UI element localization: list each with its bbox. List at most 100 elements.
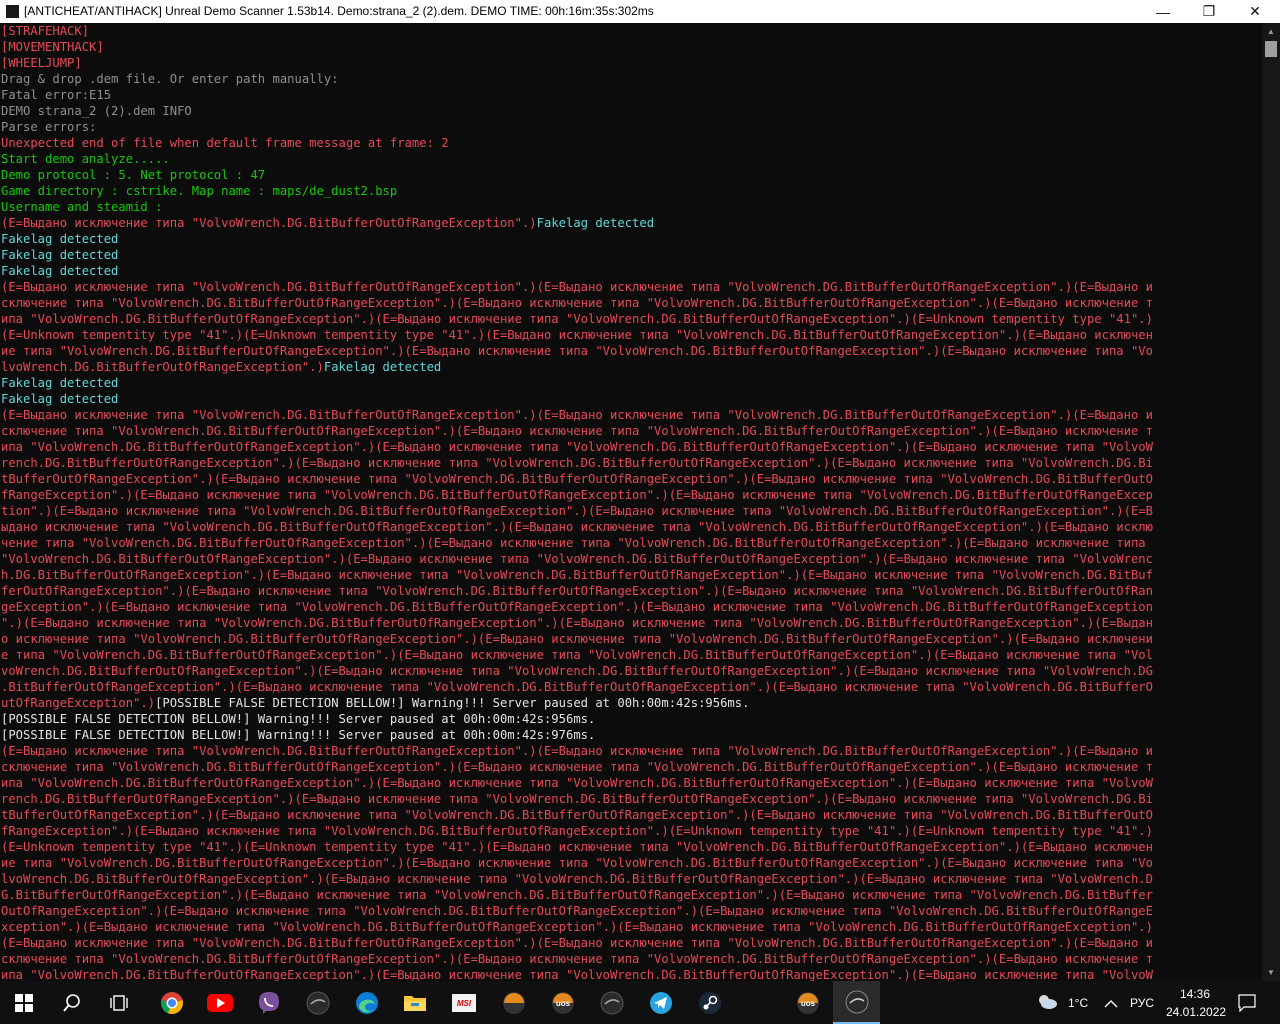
console-output[interactable]: [STRAFEHACK] [MOVEMENTHACK] [WHEELJUMP] Dra…	[0, 23, 1262, 981]
console-line: (E=Unknown tempentity type "41".)(E=Unkn…	[1, 327, 1153, 343]
search-button[interactable]	[48, 981, 95, 1024]
console-text-segment: сключение типа "VolvoWrench.DG.BitBuffer…	[1, 952, 1153, 966]
console-line: tBufferOutOfRangeException".)(E=Выдано и…	[1, 471, 1153, 487]
console-line: Drag & drop .dem file. Or enter path man…	[1, 71, 339, 87]
edge-button[interactable]	[343, 981, 390, 1024]
title-bar: [ANTICHEAT/ANTIHACK] Unreal Demo Scanner…	[0, 0, 1280, 23]
app-dark-1-button[interactable]	[294, 981, 341, 1024]
clock-time[interactable]: 14:36	[1180, 987, 1210, 1001]
minimize-button[interactable]: —	[1140, 0, 1186, 23]
youtube-button[interactable]	[196, 981, 243, 1024]
console-line: Fakelag detected	[1, 231, 118, 247]
console-text-segment: Username and steamid :	[1, 200, 163, 214]
console-text-segment: ".)(E=Выдано исключение типа "VolvoWrenc…	[1, 616, 1153, 630]
steam-icon	[698, 991, 721, 1014]
console-text-segment: [STRAFEHACK]	[1, 24, 90, 38]
weather-icon[interactable]	[1036, 993, 1058, 1014]
console-line: xception".)(E=Выдано исключение типа "Vo…	[1, 919, 1153, 935]
console-text-segment: G.BitBufferOutOfRangeException".)(E=Выда…	[1, 888, 1153, 902]
console-text-segment: (E=Выдано исключение типа "VolvoWrench.D…	[1, 280, 1153, 294]
weather-temperature[interactable]: 1°C	[1068, 996, 1088, 1010]
viber-button[interactable]	[245, 981, 292, 1024]
console-text-segment: Fakelag detected	[1, 376, 119, 390]
console-text-segment: utOfRangeException".)	[1, 696, 156, 710]
console-line: (E=Выдано исключение типа "VolvoWrench.D…	[1, 407, 1153, 423]
app-icon	[6, 5, 19, 18]
search-icon	[62, 993, 80, 1012]
console-text-segment: о исключение типа "VolvoWrench.DG.BitBuf…	[1, 632, 1153, 646]
console-text-segment: Start demo analyze.....	[1, 152, 170, 166]
chrome-icon	[160, 991, 183, 1014]
msi-button[interactable]: MSI	[440, 981, 487, 1024]
windows-logo-icon	[14, 993, 33, 1012]
notifications-icon[interactable]	[1238, 994, 1256, 1017]
console-line: сключение типа "VolvoWrench.DG.BitBuffer…	[1, 295, 1153, 311]
console-text-segment: Fatal error:E15	[1, 88, 112, 102]
console-text-segment: Fakelag detected	[1, 392, 119, 406]
console-line: Demo protocol : 5. Net protocol : 47	[1, 167, 265, 183]
console-line: сключение типа "VolvoWrench.DG.BitBuffer…	[1, 951, 1153, 967]
scroll-down-icon[interactable]: ▼	[1262, 964, 1280, 981]
console-text-segment: voWrench.DG.BitBufferOutOfRangeException…	[1, 664, 1153, 678]
console-line: Unexpected end of file when default fram…	[1, 135, 449, 151]
console-line: fRangeException".)(E=Выдано исключение т…	[1, 487, 1153, 503]
console-text-segment: [POSSIBLE FALSE DETECTION BELLOW!] Warni…	[155, 696, 750, 710]
restore-button[interactable]: ❐	[1186, 0, 1232, 23]
start-button[interactable]	[0, 981, 47, 1024]
console-text-segment: rench.DG.BitBufferOutOfRangeException".)…	[1, 792, 1153, 806]
viber-icon	[258, 991, 279, 1014]
chrome-button[interactable]	[148, 981, 195, 1024]
close-button[interactable]: ✕	[1232, 0, 1278, 23]
input-language[interactable]: РУС	[1130, 996, 1154, 1010]
scroll-up-icon[interactable]: ▲	[1262, 23, 1280, 40]
console-line: .BitBufferOutOfRangeException".)(E=Выдан…	[1, 679, 1153, 695]
console-text-segment: Fakelag detected	[323, 360, 442, 374]
console-line: (E=Выдано исключение типа "VolvoWrench.D…	[1, 935, 1153, 951]
uos-2-button[interactable]: uos	[539, 981, 586, 1024]
window-title: [ANTICHEAT/ANTIHACK] Unreal Demo Scanner…	[24, 4, 654, 18]
console-line: tBufferOutOfRangeException".)(E=Выдано и…	[1, 807, 1153, 823]
console-text-segment: [POSSIBLE FALSE DETECTION BELLOW!] Warni…	[1, 712, 596, 726]
console-text-segment: Game directory : cstrike. Map name : map…	[1, 184, 398, 198]
app-dark-2-button[interactable]	[588, 981, 635, 1024]
console-line: Fakelag detected	[1, 247, 118, 263]
console-line: [MOVEMENTHACK]	[1, 39, 104, 55]
tray-overflow-icon[interactable]	[1104, 996, 1118, 1014]
console-text-segment: (E=Выдано исключение типа "VolvoWrench.D…	[1, 744, 1153, 758]
uos-1-button[interactable]	[490, 981, 537, 1024]
clock-date[interactable]: 24.01.2022	[1166, 1005, 1226, 1019]
steam-button[interactable]	[686, 981, 733, 1024]
uos-3-button[interactable]: uos	[784, 981, 831, 1024]
console-line: [POSSIBLE FALSE DETECTION BELLOW!] Warni…	[1, 727, 595, 743]
scanner-active-button[interactable]	[833, 981, 880, 1024]
console-text-segment: lvoWrench.DG.BitBufferOutOfRangeExceptio…	[1, 872, 1153, 886]
console-text-segment: [MOVEMENTHACK]	[1, 40, 104, 54]
console-text-segment: ие типа "VolvoWrench.DG.BitBufferOutOfRa…	[1, 344, 1153, 358]
console-text-segment: (E=Выдано исключение типа "VolvoWrench.D…	[1, 216, 537, 230]
scrollbar-thumb[interactable]	[1265, 41, 1277, 57]
console-text-segment: ferOutOfRangeException".)(E=Выдано исклю…	[1, 584, 1153, 598]
console-line: сключение типа "VolvoWrench.DG.BitBuffer…	[1, 423, 1153, 439]
console-text-segment: е типа "VolvoWrench.DG.BitBufferOutOfRan…	[1, 648, 1153, 662]
console-line: (E=Выдано исключение типа "VolvoWrench.D…	[1, 279, 1153, 295]
explorer-button[interactable]	[391, 981, 438, 1024]
console-text-segment: ипа "VolvoWrench.DG.BitBufferOutOfRangeE…	[1, 440, 1153, 454]
console-text-segment: Parse errors:	[1, 120, 97, 134]
dark-circle-icon	[600, 991, 623, 1014]
telegram-button[interactable]	[637, 981, 684, 1024]
vertical-scrollbar[interactable]: ▲ ▼	[1262, 23, 1280, 981]
folder-icon	[403, 995, 426, 1011]
console-line: Fakelag detected	[1, 375, 118, 391]
console-text-segment: [POSSIBLE FALSE DETECTION BELLOW!] Warni…	[1, 728, 596, 742]
console-text-segment: fRangeException".)(E=Выдано исключение т…	[1, 488, 1153, 502]
console-text-segment: Demo protocol : 5. Net protocol : 47	[1, 168, 266, 182]
console-text-segment: OutOfRangeException".)(E=Выдано исключен…	[1, 904, 1153, 918]
console-line: ипа "VolvoWrench.DG.BitBufferOutOfRangeE…	[1, 775, 1153, 791]
console-line: Start demo analyze.....	[1, 151, 170, 167]
console-text-segment: .BitBufferOutOfRangeException".)(E=Выдан…	[1, 680, 1153, 694]
console-line: (E=Выдано исключение типа "VolvoWrench.D…	[1, 743, 1153, 759]
console-text-segment: ипа "VolvoWrench.DG.BitBufferOutOfRangeE…	[1, 968, 1153, 981]
task-view-button[interactable]	[96, 981, 143, 1024]
console-text-segment: h.DG.BitBufferOutOfRangeException".)(E=В…	[1, 568, 1153, 582]
console-line: [STRAFEHACK]	[1, 23, 89, 39]
